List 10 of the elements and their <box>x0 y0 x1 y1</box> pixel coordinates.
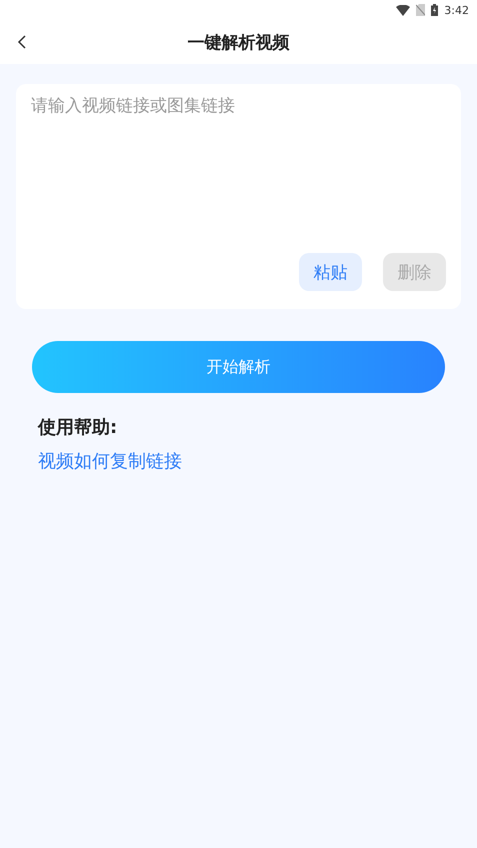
help-link[interactable]: 视频如何复制链接 <box>38 449 182 473</box>
battery-icon <box>431 4 438 16</box>
start-parse-button[interactable]: 开始解析 <box>32 341 445 393</box>
no-sim-icon <box>416 4 426 16</box>
help-title: 使用帮助: <box>38 416 118 439</box>
page-title: 一键解析视频 <box>188 32 290 54</box>
wifi-icon <box>396 4 410 16</box>
back-icon <box>17 35 27 49</box>
status-time: 3:42 <box>444 4 469 16</box>
paste-button[interactable]: 粘贴 <box>299 253 362 291</box>
